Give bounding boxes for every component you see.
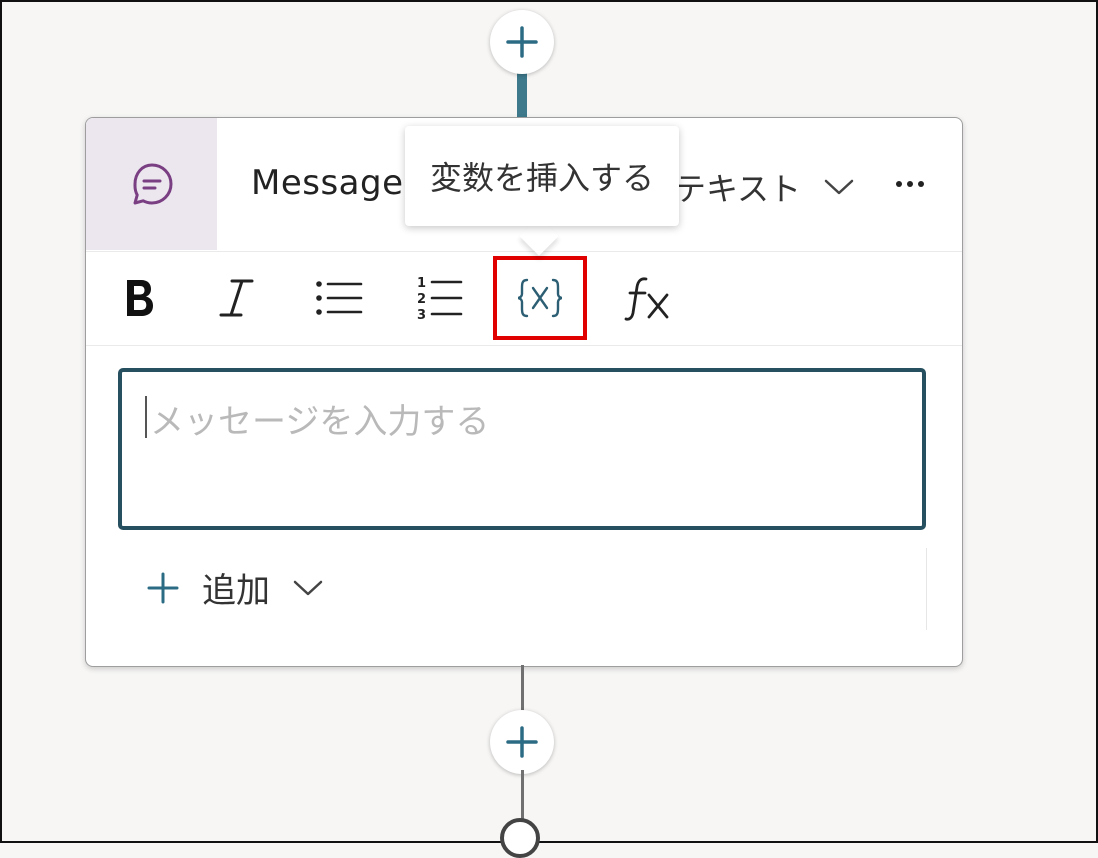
- connector-line-top: [517, 70, 527, 120]
- svg-text:1: 1: [417, 276, 426, 291]
- message-input[interactable]: メッセージを入力する: [118, 368, 926, 530]
- more-options-button[interactable]: [892, 172, 928, 196]
- italic-button[interactable]: [194, 260, 280, 336]
- message-type-dropdown[interactable]: テキスト: [674, 164, 855, 210]
- fx-icon: [624, 277, 669, 321]
- more-horizontal-icon: [896, 181, 902, 187]
- svg-text:3: 3: [417, 308, 426, 322]
- chevron-down-icon: [824, 179, 854, 195]
- plus-icon: [147, 572, 179, 603]
- node-title[interactable]: Message: [251, 163, 404, 203]
- plus-icon: [506, 726, 538, 758]
- bold-icon: [127, 280, 153, 316]
- add-node-button-bottom[interactable]: [490, 710, 554, 774]
- text-caret: [145, 396, 147, 438]
- formula-button[interactable]: [606, 260, 692, 336]
- svg-text:2: 2: [417, 292, 426, 307]
- bulleted-list-button[interactable]: [296, 260, 382, 336]
- connector-line-bottom: [521, 770, 524, 822]
- chevron-down-icon: [293, 580, 323, 595]
- end-node[interactable]: [500, 818, 540, 858]
- numbered-list-icon: 1 2 3: [417, 276, 463, 322]
- add-node-button-top[interactable]: [490, 10, 554, 74]
- node-type-icon-box: [86, 118, 217, 250]
- insert-variable-tooltip: 変数を挿入する: [405, 126, 679, 226]
- formatting-toolbar: 1 2 3: [86, 251, 962, 346]
- message-type-label: テキスト: [674, 170, 802, 208]
- message-input-placeholder: メッセージを入力する: [150, 402, 490, 442]
- insert-variable-button[interactable]: [493, 256, 587, 340]
- bold-button[interactable]: [96, 260, 182, 336]
- divider: [926, 548, 927, 630]
- chat-bubble-icon: [133, 163, 172, 205]
- bulleted-list-icon: [316, 281, 363, 315]
- numbered-list-button[interactable]: 1 2 3: [396, 260, 482, 336]
- italic-icon: [219, 279, 254, 317]
- plus-icon: [506, 26, 538, 58]
- variable-icon: [517, 278, 563, 318]
- add-menu-label: 追加: [202, 571, 270, 611]
- add-menu-button[interactable]: 追加: [146, 563, 324, 612]
